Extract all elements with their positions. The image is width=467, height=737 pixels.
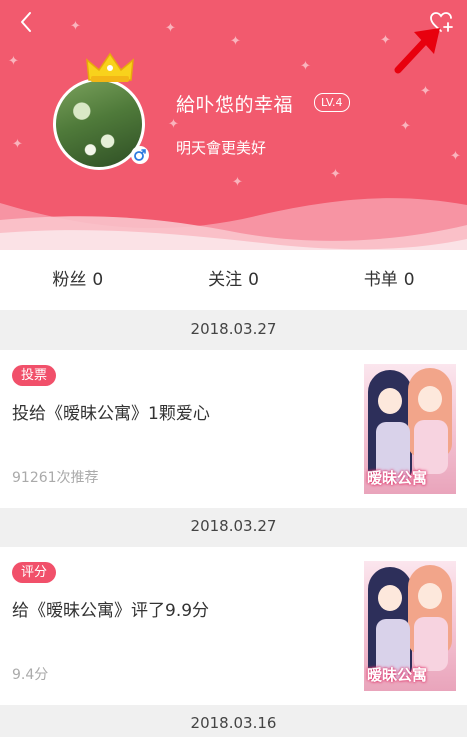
sparkle-icon: ✦ — [168, 117, 179, 132]
annotation-arrow-icon — [394, 28, 440, 74]
activity-title: 投给《暧昧公寓》1颗爱心 — [12, 404, 210, 424]
stats-bar: 粉丝 0 关注 0 书单 0 — [0, 250, 467, 310]
sparkle-icon: ✦ — [450, 149, 461, 164]
stat-value: 0 — [92, 270, 104, 290]
activity-meta: 9.4分 — [12, 667, 49, 683]
level-badge: LV.4 — [314, 93, 350, 112]
feed-date: 2018.03.16 — [190, 714, 277, 732]
avatar-group — [53, 52, 153, 170]
stat-fans[interactable]: 粉丝 0 — [0, 250, 156, 310]
male-gender-icon — [134, 149, 146, 161]
sparkle-icon: ✦ — [420, 84, 431, 99]
activity-tag: 评分 — [12, 562, 57, 583]
stat-value: 0 — [248, 270, 259, 290]
sparkle-icon: ✦ — [165, 21, 176, 36]
stat-label: 粉丝 — [52, 270, 87, 290]
user-name: 給卟怹的幸福 — [176, 94, 294, 116]
book-cover[interactable]: 暧昧公寓 — [364, 561, 456, 691]
activity-title: 给《暧昧公寓》评了9.9分 — [12, 601, 210, 621]
sparkle-icon: ✦ — [400, 119, 411, 134]
stat-value: 0 — [403, 270, 415, 290]
sparkle-icon: ✦ — [12, 137, 23, 152]
feed-date: 2018.03.27 — [190, 517, 277, 535]
activity-card[interactable]: 评分 给《暧昧公寓》评了9.9分 9.4分 暧昧公寓 — [0, 547, 467, 705]
sparkle-icon: ✦ — [70, 19, 81, 34]
cover-title: 暧昧公寓 — [367, 469, 428, 487]
header-wave — [0, 198, 467, 250]
profile-header: ✦ ✦ ✦ ✦ ✦ ✦ ✦ ✦ ✦ ✦ ✦ ✦ ✦ 給卟怹的幸福 LV.4 明天… — [0, 0, 467, 250]
feed-date: 2018.03.27 — [190, 320, 277, 338]
stat-booklists[interactable]: 书单 0 — [311, 250, 467, 310]
back-chevron-icon — [21, 12, 31, 32]
book-cover[interactable]: 暧昧公寓 — [364, 364, 456, 494]
crown-icon — [86, 52, 134, 82]
stat-label: 书单 — [363, 270, 398, 290]
sparkle-icon: ✦ — [8, 54, 19, 69]
stat-following[interactable]: 关注 0 — [156, 250, 312, 310]
sparkle-icon: ✦ — [230, 34, 241, 49]
stat-label: 关注 — [208, 270, 243, 290]
user-bio: 明天會更美好 — [176, 139, 267, 157]
gender-badge — [131, 146, 149, 164]
cover-title: 暧昧公寓 — [367, 666, 428, 684]
back-button[interactable] — [14, 10, 38, 34]
activity-card[interactable]: 投票 投给《暧昧公寓》1颗爱心 91261次推荐 暧昧公寓 — [0, 350, 467, 508]
activity-meta: 91261次推荐 — [12, 470, 99, 486]
sparkle-icon: ✦ — [300, 59, 311, 74]
activity-tag: 投票 — [12, 365, 57, 386]
sparkle-icon: ✦ — [380, 33, 391, 48]
